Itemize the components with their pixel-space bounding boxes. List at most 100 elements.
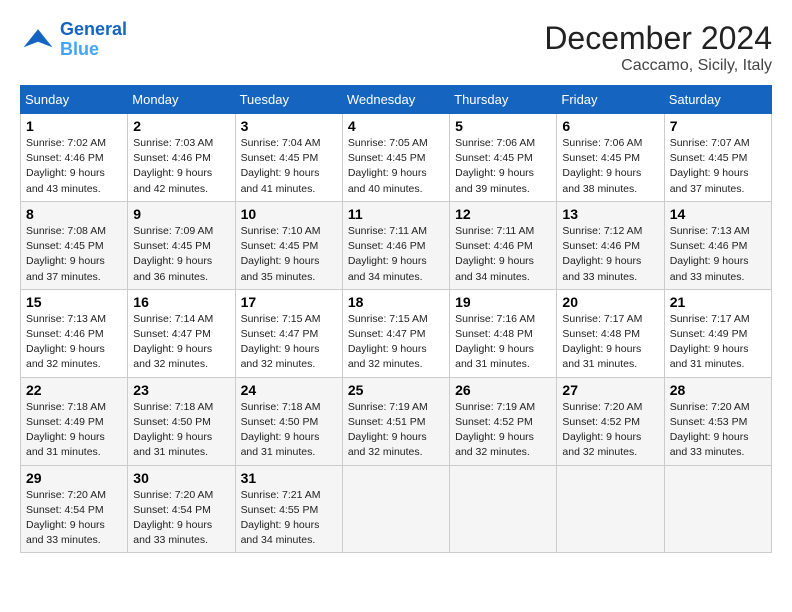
day-number: 8 xyxy=(26,206,122,222)
calendar-cell: 22 Sunrise: 7:18 AMSunset: 4:49 PMDaylig… xyxy=(21,377,128,465)
day-number: 27 xyxy=(562,382,658,398)
day-number: 2 xyxy=(133,118,229,134)
calendar-cell: 28 Sunrise: 7:20 AMSunset: 4:53 PMDaylig… xyxy=(664,377,771,465)
day-info: Sunrise: 7:05 AMSunset: 4:45 PMDaylight:… xyxy=(348,136,444,197)
calendar-cell: 14 Sunrise: 7:13 AMSunset: 4:46 PMDaylig… xyxy=(664,201,771,289)
calendar-cell: 15 Sunrise: 7:13 AMSunset: 4:46 PMDaylig… xyxy=(21,289,128,377)
day-number: 15 xyxy=(26,294,122,310)
day-number: 24 xyxy=(241,382,337,398)
day-info: Sunrise: 7:20 AMSunset: 4:54 PMDaylight:… xyxy=(26,488,122,549)
calendar-cell: 2 Sunrise: 7:03 AMSunset: 4:46 PMDayligh… xyxy=(128,114,235,202)
day-info: Sunrise: 7:14 AMSunset: 4:47 PMDaylight:… xyxy=(133,312,229,373)
logo-text: General Blue xyxy=(60,20,127,60)
calendar-cell: 1 Sunrise: 7:02 AMSunset: 4:46 PMDayligh… xyxy=(21,114,128,202)
day-number: 12 xyxy=(455,206,551,222)
calendar-cell: 12 Sunrise: 7:11 AMSunset: 4:46 PMDaylig… xyxy=(450,201,557,289)
day-info: Sunrise: 7:13 AMSunset: 4:46 PMDaylight:… xyxy=(670,224,766,285)
day-info: Sunrise: 7:18 AMSunset: 4:50 PMDaylight:… xyxy=(133,400,229,461)
day-info: Sunrise: 7:20 AMSunset: 4:54 PMDaylight:… xyxy=(133,488,229,549)
day-info: Sunrise: 7:18 AMSunset: 4:49 PMDaylight:… xyxy=(26,400,122,461)
calendar-cell: 17 Sunrise: 7:15 AMSunset: 4:47 PMDaylig… xyxy=(235,289,342,377)
day-info: Sunrise: 7:17 AMSunset: 4:49 PMDaylight:… xyxy=(670,312,766,373)
calendar-cell: 23 Sunrise: 7:18 AMSunset: 4:50 PMDaylig… xyxy=(128,377,235,465)
day-number: 31 xyxy=(241,470,337,486)
calendar-header-row: SundayMondayTuesdayWednesdayThursdayFrid… xyxy=(21,86,772,114)
day-number: 28 xyxy=(670,382,766,398)
day-info: Sunrise: 7:07 AMSunset: 4:45 PMDaylight:… xyxy=(670,136,766,197)
month-title: December 2024 xyxy=(544,20,772,57)
day-number: 13 xyxy=(562,206,658,222)
calendar-cell: 5 Sunrise: 7:06 AMSunset: 4:45 PMDayligh… xyxy=(450,114,557,202)
day-number: 3 xyxy=(241,118,337,134)
day-info: Sunrise: 7:20 AMSunset: 4:52 PMDaylight:… xyxy=(562,400,658,461)
day-info: Sunrise: 7:12 AMSunset: 4:46 PMDaylight:… xyxy=(562,224,658,285)
day-info: Sunrise: 7:09 AMSunset: 4:45 PMDaylight:… xyxy=(133,224,229,285)
calendar-cell: 21 Sunrise: 7:17 AMSunset: 4:49 PMDaylig… xyxy=(664,289,771,377)
weekday-header: Tuesday xyxy=(235,86,342,114)
day-info: Sunrise: 7:11 AMSunset: 4:46 PMDaylight:… xyxy=(348,224,444,285)
calendar-cell xyxy=(450,465,557,553)
day-number: 19 xyxy=(455,294,551,310)
day-info: Sunrise: 7:19 AMSunset: 4:52 PMDaylight:… xyxy=(455,400,551,461)
weekday-header: Sunday xyxy=(21,86,128,114)
calendar-cell: 19 Sunrise: 7:16 AMSunset: 4:48 PMDaylig… xyxy=(450,289,557,377)
calendar-week-row: 15 Sunrise: 7:13 AMSunset: 4:46 PMDaylig… xyxy=(21,289,772,377)
calendar-cell: 24 Sunrise: 7:18 AMSunset: 4:50 PMDaylig… xyxy=(235,377,342,465)
day-number: 11 xyxy=(348,206,444,222)
day-info: Sunrise: 7:06 AMSunset: 4:45 PMDaylight:… xyxy=(562,136,658,197)
calendar-cell: 9 Sunrise: 7:09 AMSunset: 4:45 PMDayligh… xyxy=(128,201,235,289)
day-number: 25 xyxy=(348,382,444,398)
calendar-cell: 30 Sunrise: 7:20 AMSunset: 4:54 PMDaylig… xyxy=(128,465,235,553)
day-number: 14 xyxy=(670,206,766,222)
day-number: 7 xyxy=(670,118,766,134)
day-info: Sunrise: 7:16 AMSunset: 4:48 PMDaylight:… xyxy=(455,312,551,373)
day-number: 1 xyxy=(26,118,122,134)
calendar-week-row: 1 Sunrise: 7:02 AMSunset: 4:46 PMDayligh… xyxy=(21,114,772,202)
day-info: Sunrise: 7:04 AMSunset: 4:45 PMDaylight:… xyxy=(241,136,337,197)
calendar-cell: 16 Sunrise: 7:14 AMSunset: 4:47 PMDaylig… xyxy=(128,289,235,377)
calendar-cell: 26 Sunrise: 7:19 AMSunset: 4:52 PMDaylig… xyxy=(450,377,557,465)
weekday-header: Wednesday xyxy=(342,86,449,114)
title-block: December 2024 Caccamo, Sicily, Italy xyxy=(544,20,772,75)
calendar-cell xyxy=(557,465,664,553)
weekday-header: Saturday xyxy=(664,86,771,114)
day-info: Sunrise: 7:15 AMSunset: 4:47 PMDaylight:… xyxy=(241,312,337,373)
calendar-cell: 10 Sunrise: 7:10 AMSunset: 4:45 PMDaylig… xyxy=(235,201,342,289)
weekday-header: Monday xyxy=(128,86,235,114)
calendar-week-row: 22 Sunrise: 7:18 AMSunset: 4:49 PMDaylig… xyxy=(21,377,772,465)
day-info: Sunrise: 7:03 AMSunset: 4:46 PMDaylight:… xyxy=(133,136,229,197)
calendar-cell: 7 Sunrise: 7:07 AMSunset: 4:45 PMDayligh… xyxy=(664,114,771,202)
calendar-cell: 27 Sunrise: 7:20 AMSunset: 4:52 PMDaylig… xyxy=(557,377,664,465)
day-info: Sunrise: 7:02 AMSunset: 4:46 PMDaylight:… xyxy=(26,136,122,197)
logo-icon xyxy=(20,22,56,58)
location: Caccamo, Sicily, Italy xyxy=(544,57,772,75)
calendar-week-row: 29 Sunrise: 7:20 AMSunset: 4:54 PMDaylig… xyxy=(21,465,772,553)
day-info: Sunrise: 7:19 AMSunset: 4:51 PMDaylight:… xyxy=(348,400,444,461)
calendar-week-row: 8 Sunrise: 7:08 AMSunset: 4:45 PMDayligh… xyxy=(21,201,772,289)
day-info: Sunrise: 7:10 AMSunset: 4:45 PMDaylight:… xyxy=(241,224,337,285)
day-info: Sunrise: 7:17 AMSunset: 4:48 PMDaylight:… xyxy=(562,312,658,373)
day-number: 22 xyxy=(26,382,122,398)
day-info: Sunrise: 7:15 AMSunset: 4:47 PMDaylight:… xyxy=(348,312,444,373)
day-number: 16 xyxy=(133,294,229,310)
calendar-table: SundayMondayTuesdayWednesdayThursdayFrid… xyxy=(20,85,772,553)
day-info: Sunrise: 7:08 AMSunset: 4:45 PMDaylight:… xyxy=(26,224,122,285)
day-number: 21 xyxy=(670,294,766,310)
calendar-cell: 29 Sunrise: 7:20 AMSunset: 4:54 PMDaylig… xyxy=(21,465,128,553)
day-number: 23 xyxy=(133,382,229,398)
calendar-cell: 8 Sunrise: 7:08 AMSunset: 4:45 PMDayligh… xyxy=(21,201,128,289)
day-number: 10 xyxy=(241,206,337,222)
page-header: General Blue December 2024 Caccamo, Sici… xyxy=(20,20,772,75)
calendar-cell: 4 Sunrise: 7:05 AMSunset: 4:45 PMDayligh… xyxy=(342,114,449,202)
calendar-cell: 18 Sunrise: 7:15 AMSunset: 4:47 PMDaylig… xyxy=(342,289,449,377)
calendar-cell: 25 Sunrise: 7:19 AMSunset: 4:51 PMDaylig… xyxy=(342,377,449,465)
calendar-cell: 13 Sunrise: 7:12 AMSunset: 4:46 PMDaylig… xyxy=(557,201,664,289)
day-info: Sunrise: 7:21 AMSunset: 4:55 PMDaylight:… xyxy=(241,488,337,549)
day-number: 30 xyxy=(133,470,229,486)
day-number: 26 xyxy=(455,382,551,398)
day-number: 17 xyxy=(241,294,337,310)
day-info: Sunrise: 7:18 AMSunset: 4:50 PMDaylight:… xyxy=(241,400,337,461)
day-number: 4 xyxy=(348,118,444,134)
logo: General Blue xyxy=(20,20,127,60)
weekday-header: Thursday xyxy=(450,86,557,114)
